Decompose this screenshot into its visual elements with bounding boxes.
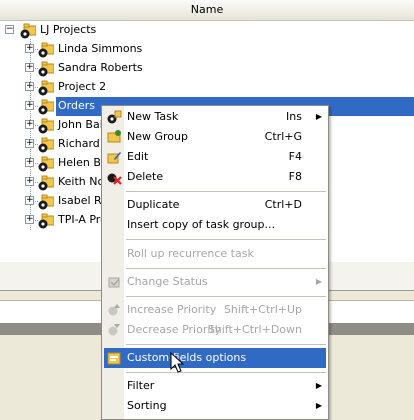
- menu-label: New Task: [127, 110, 179, 123]
- menu-label: Change Status: [127, 275, 208, 288]
- tree-node-label: LJ Projects: [40, 23, 97, 36]
- tree-node-label: Project 2: [58, 80, 107, 93]
- expand-icon[interactable]: +: [25, 44, 34, 53]
- menu-separator: [126, 239, 326, 240]
- menu-item-roll-up[interactable]: Roll up recurrence task: [104, 244, 326, 264]
- folder-gear-icon: [38, 137, 54, 153]
- menu-label: Edit: [127, 150, 149, 163]
- menu-item-decrease-priority[interactable]: Decrease Priority Shift+Ctrl+Down: [104, 320, 326, 340]
- menu-separator: [126, 268, 326, 269]
- expand-icon[interactable]: +: [25, 101, 34, 110]
- name-column-header[interactable]: Name: [0, 0, 414, 21]
- menu-label: Roll up recurrence task: [127, 247, 254, 260]
- menu-label: Delete: [127, 170, 164, 183]
- expand-icon[interactable]: +: [25, 82, 34, 91]
- folder-gear-icon: [38, 118, 54, 134]
- folder-gear-icon: [38, 80, 54, 96]
- new-group-icon: [107, 130, 121, 143]
- menu-item-edit[interactable]: Edit F4: [104, 147, 326, 167]
- menu-label: Increase Priority: [127, 303, 217, 316]
- increase-priority-icon: [108, 304, 120, 316]
- menu-item-new-task[interactable]: New Task Ins ▶: [104, 107, 326, 127]
- folder-gear-icon: [38, 156, 54, 172]
- tree-row[interactable]: + Linda Simmons: [0, 40, 414, 59]
- tree-row-root[interactable]: − LJ Projects: [0, 21, 414, 40]
- custom-fields-icon: [107, 352, 121, 365]
- menu-separator: [126, 296, 326, 297]
- menu-item-filter[interactable]: Filter ▶: [104, 376, 326, 396]
- tree-node-label: Orders: [56, 98, 97, 114]
- menu-shortcut: Ctrl+D: [264, 198, 302, 211]
- menu-shortcut: Shift+Ctrl+Up: [223, 303, 302, 316]
- folder-gear-icon: [38, 194, 54, 210]
- menu-shortcut: Ins: [286, 110, 302, 123]
- menu-item-increase-priority[interactable]: Increase Priority Shift+Ctrl+Up: [104, 300, 326, 320]
- tree-node-label: Linda Simmons: [58, 42, 143, 55]
- menu-item-delete[interactable]: Delete F8: [104, 167, 326, 187]
- expand-icon[interactable]: +: [25, 196, 34, 205]
- menu-shortcut: Shift+Ctrl+Down: [207, 323, 302, 336]
- menu-label: New Group: [127, 130, 188, 143]
- menu-shortcut: F4: [288, 150, 302, 163]
- edit-icon: [107, 152, 121, 164]
- decrease-priority-icon: [108, 324, 120, 336]
- folder-gear-icon: [38, 213, 54, 229]
- menu-shortcut: F8: [288, 170, 302, 183]
- menu-item-change-status[interactable]: Change Status ▶: [104, 272, 326, 292]
- menu-separator: [126, 372, 326, 373]
- new-task-icon: [107, 110, 122, 124]
- submenu-arrow-icon: ▶: [315, 277, 322, 286]
- expand-icon[interactable]: +: [25, 215, 34, 224]
- context-menu: New Task Ins ▶ New Group Ctrl+G Edit F4 …: [101, 105, 329, 420]
- submenu-arrow-icon: ▶: [315, 381, 322, 390]
- submenu-arrow-icon: ▶: [315, 401, 322, 410]
- folder-gear-icon: [38, 175, 54, 191]
- tree-node-label: Sandra Roberts: [58, 61, 143, 74]
- menu-item-duplicate[interactable]: Duplicate Ctrl+D: [104, 195, 326, 215]
- folder-gear-icon: [38, 99, 54, 115]
- submenu-arrow-icon: ▶: [315, 112, 322, 121]
- menu-label: Filter: [127, 379, 155, 392]
- folder-gear-icon: [38, 61, 54, 77]
- menu-separator: [126, 191, 326, 192]
- expand-icon[interactable]: +: [25, 120, 34, 129]
- menu-item-sorting[interactable]: Sorting ▶: [104, 396, 326, 416]
- menu-label: Custom fields options: [127, 351, 247, 364]
- menu-label: Duplicate: [127, 198, 180, 211]
- menu-label: Sorting: [127, 399, 167, 412]
- menu-separator: [126, 344, 326, 345]
- collapse-icon[interactable]: −: [5, 25, 14, 34]
- mouse-cursor-icon: [170, 352, 184, 373]
- change-status-icon: [108, 277, 120, 288]
- menu-shortcut: Ctrl+G: [264, 130, 302, 143]
- menu-item-custom-fields[interactable]: Custom fields options: [104, 348, 326, 368]
- menu-item-insert-copy[interactable]: Insert copy of task group...: [104, 215, 326, 235]
- menu-label: Insert copy of task group...: [127, 218, 276, 231]
- delete-icon: [107, 173, 122, 185]
- expand-icon[interactable]: +: [25, 139, 34, 148]
- tree-row[interactable]: + Project 2: [0, 78, 414, 97]
- expand-icon[interactable]: +: [25, 177, 34, 186]
- tree-row[interactable]: + Sandra Roberts: [0, 59, 414, 78]
- expand-icon[interactable]: +: [25, 63, 34, 72]
- tree-node-label: Isabel Ri: [58, 194, 105, 207]
- folder-gear-icon: [38, 42, 54, 58]
- menu-item-new-group[interactable]: New Group Ctrl+G: [104, 127, 326, 147]
- expand-icon[interactable]: +: [25, 158, 34, 167]
- folder-gear-icon: [20, 23, 36, 39]
